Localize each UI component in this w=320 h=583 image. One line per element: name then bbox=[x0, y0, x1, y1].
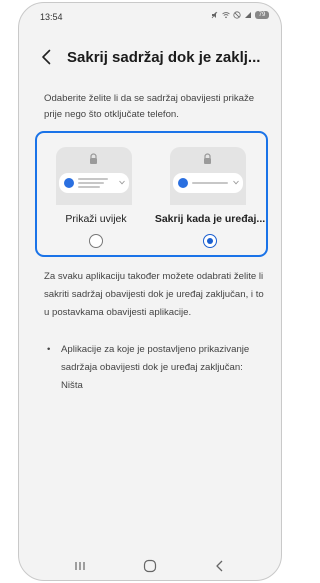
battery-icon: 79 bbox=[255, 11, 269, 19]
header: Sakrij sadržaj dok je zaklj... bbox=[19, 39, 281, 75]
lockscreen-preview bbox=[170, 147, 246, 205]
intro-text: Odaberite želite li da se sadržaj obavij… bbox=[44, 93, 255, 120]
option-label: Sakrij kada je uređaj... bbox=[154, 213, 266, 225]
lock-icon bbox=[90, 153, 97, 164]
hidden-content-line bbox=[192, 182, 228, 184]
radio-show-always[interactable] bbox=[89, 234, 103, 248]
phone-frame: 13:54 79 Sakrij sadržaj dok je zaklj... … bbox=[18, 2, 282, 581]
bullet-marker: • bbox=[47, 344, 51, 355]
chevron-down-icon bbox=[119, 180, 125, 185]
content-line bbox=[78, 186, 100, 188]
content-line bbox=[78, 178, 108, 180]
recent-apps-icon[interactable] bbox=[72, 559, 88, 573]
app-dot-icon bbox=[178, 178, 188, 188]
page-title: Sakrij sadržaj dok je zaklj... bbox=[67, 49, 261, 66]
status-time: 13:54 bbox=[40, 12, 63, 22]
status-icons: 79 bbox=[211, 11, 269, 19]
option-label: Prikaži uvijek bbox=[65, 213, 127, 225]
notification-preview bbox=[173, 173, 243, 193]
options-card: Prikaži uvijek Sakrij kada je uređaj... bbox=[35, 131, 268, 257]
bullet-text: Aplikacije za koje je postavljeno prikaz… bbox=[61, 344, 250, 391]
content-line bbox=[78, 182, 104, 184]
back-arrow-icon[interactable] bbox=[37, 47, 57, 67]
app-dot-icon bbox=[64, 178, 74, 188]
info-text: Za svaku aplikaciju također možete odabr… bbox=[44, 271, 264, 318]
option-hide-when-locked[interactable]: Sakrij kada je uređaj... bbox=[154, 133, 266, 254]
signal-icon bbox=[245, 12, 251, 18]
dnd-icon bbox=[233, 11, 241, 19]
lockscreen-preview bbox=[56, 147, 132, 205]
back-icon[interactable] bbox=[212, 559, 228, 573]
home-icon[interactable] bbox=[142, 559, 158, 573]
wifi-icon bbox=[222, 12, 230, 19]
lock-icon bbox=[204, 153, 211, 164]
option-show-always[interactable]: Prikaži uvijek bbox=[40, 133, 152, 254]
chevron-down-icon bbox=[233, 180, 239, 185]
status-bar: 13:54 79 bbox=[19, 3, 281, 33]
mute-icon bbox=[211, 11, 218, 19]
notification-preview bbox=[59, 173, 129, 193]
navigation-bar bbox=[19, 555, 281, 579]
radio-hide-when-locked[interactable] bbox=[203, 234, 217, 248]
